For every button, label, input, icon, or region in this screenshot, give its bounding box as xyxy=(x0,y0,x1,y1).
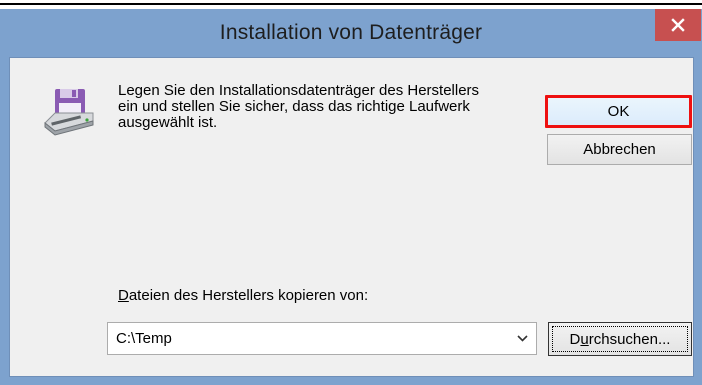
source-path-combobox[interactable]: C:\Temp xyxy=(107,322,537,355)
browse-button[interactable]: Durchsuchen... xyxy=(548,322,692,356)
instruction-line: ausgewählt ist. xyxy=(118,114,218,131)
copy-from-label: Dateien des Herstellers kopieren von: xyxy=(118,287,368,304)
close-icon xyxy=(671,18,685,32)
dialog-body: Legen Sie den Installationsdatenträger d… xyxy=(9,57,694,377)
copy-from-label-mnemonic: D xyxy=(118,287,129,304)
browse-label-mnemonic: u xyxy=(580,330,589,348)
browse-label-prefix: D xyxy=(569,330,581,348)
browse-button-label: Durchsuchen... xyxy=(570,331,671,348)
instruction-line: Legen Sie den Installationsdatenträger d… xyxy=(118,82,480,99)
copy-from-label-text: ateien des Herstellers kopieren von: xyxy=(128,287,369,304)
cancel-button[interactable]: Abbrechen xyxy=(547,134,692,165)
chevron-down-icon[interactable] xyxy=(517,335,528,342)
title-bar[interactable]: Installation von Datenträger xyxy=(0,9,702,57)
source-path-value: C:\Temp xyxy=(116,330,172,347)
browse-label-rest: rchsuchen... xyxy=(588,330,671,348)
close-button[interactable] xyxy=(655,9,701,41)
cancel-button-label: Abbrechen xyxy=(583,141,656,158)
instruction-line: ein und stellen Sie sicher, dass das ric… xyxy=(118,98,470,115)
ok-button-label: OK xyxy=(607,103,630,120)
window-title: Installation von Datenträger xyxy=(219,21,483,44)
dialog-window: Installation von Datenträger Legen Sie d… xyxy=(0,9,702,385)
ok-button[interactable]: OK xyxy=(545,95,692,128)
instruction-text: Legen Sie den Installationsdatenträger d… xyxy=(118,83,538,131)
top-strip xyxy=(0,0,702,9)
disk-drive-icon xyxy=(44,89,94,136)
